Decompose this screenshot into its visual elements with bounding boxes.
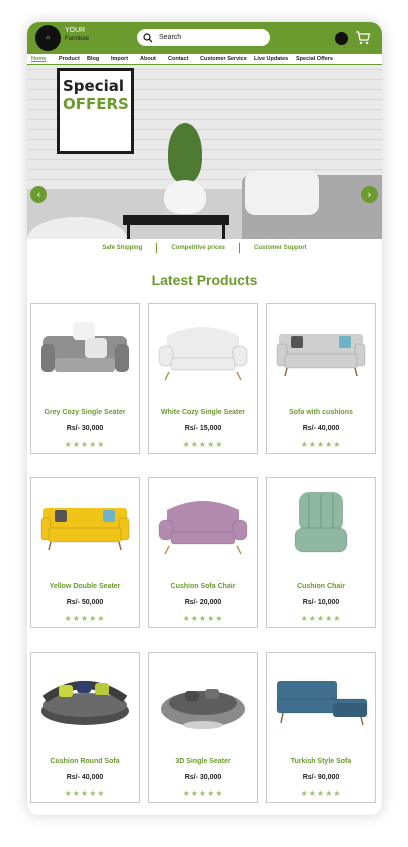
- brand-line-2: Furniture: [65, 36, 90, 42]
- product-price: Rs/- 10,000: [302, 599, 340, 606]
- product-price: Rs/- 40,000: [302, 425, 340, 432]
- product-card[interactable]: Cushion Sofa Chair Rs/- 20,000 ★★★★★: [148, 477, 258, 628]
- shopping-cart-icon[interactable]: [355, 30, 371, 46]
- carousel-prev-icon[interactable]: ‹: [30, 186, 47, 203]
- product-price: Rs/- 20,000: [184, 599, 222, 606]
- product-image[interactable]: [155, 663, 251, 733]
- product-image[interactable]: [273, 488, 369, 558]
- product-image[interactable]: [155, 314, 251, 384]
- plant-leaves: [168, 123, 202, 183]
- product-price: Rs/- 50,000: [66, 599, 104, 606]
- product-name[interactable]: Cushion Round Sofa: [31, 758, 139, 765]
- user-account-icon[interactable]: [335, 32, 348, 45]
- product-card[interactable]: Turkish Style Sofa Rs/- 90,000 ★★★★★: [266, 652, 376, 803]
- product-card[interactable]: Cushion Chair Rs/- 10,000 ★★★★★: [266, 477, 376, 628]
- product-image[interactable]: [37, 663, 133, 733]
- product-card[interactable]: Sofa with cushions Rs/- 40,000 ★★★★★: [266, 303, 376, 454]
- product-name[interactable]: Yellow Double Seater: [31, 583, 139, 590]
- product-price: Rs/- 15,000: [184, 425, 222, 432]
- feature-strip: Safe Shipping Competitive prices Custome…: [27, 241, 382, 255]
- search-input[interactable]: Search: [159, 34, 181, 41]
- rating-stars: ★★★★★: [64, 789, 106, 798]
- rating-stars: ★★★★★: [182, 614, 224, 623]
- app-screen: ⌂ YOUR Furniture Search Home Product Blo…: [27, 22, 382, 815]
- table-leg: [222, 223, 225, 239]
- hero-title-line-2: OFFERS: [63, 95, 129, 113]
- hero-title-line-1: Special: [63, 77, 125, 95]
- main-navigation: Home Product Blog Import About Contact C…: [27, 54, 382, 65]
- nav-import[interactable]: Import: [111, 56, 140, 62]
- divider: [156, 243, 158, 253]
- product-image[interactable]: [37, 314, 133, 384]
- product-price: Rs/- 40,000: [66, 774, 104, 781]
- product-card[interactable]: Grey Cozy Single Seater Rs/- 30,000 ★★★★★: [30, 303, 140, 454]
- nav-contact[interactable]: Contact: [168, 56, 200, 62]
- product-name[interactable]: White Cozy Single Seater: [149, 409, 257, 416]
- table-leg: [127, 223, 130, 239]
- feature-safe-shipping: Safe Shipping: [102, 245, 143, 251]
- product-image[interactable]: [155, 488, 251, 558]
- nav-product[interactable]: Product: [59, 56, 87, 62]
- rating-stars: ★★★★★: [300, 614, 342, 623]
- product-card[interactable]: 3D Single Seater Rs/- 30,000 ★★★★★: [148, 652, 258, 803]
- header-bar: ⌂ YOUR Furniture Search: [27, 22, 382, 54]
- hero-banner: Special OFFERS ‹ ›: [27, 65, 382, 239]
- plant-pot: [164, 180, 206, 214]
- product-name[interactable]: Cushion Chair: [267, 583, 375, 590]
- product-image[interactable]: [273, 314, 369, 384]
- product-price: Rs/- 30,000: [66, 425, 104, 432]
- product-name[interactable]: 3D Single Seater: [149, 758, 257, 765]
- nav-live-updates[interactable]: Live Updates: [254, 56, 296, 62]
- brand-name: YOUR Furniture: [65, 27, 89, 43]
- rating-stars: ★★★★★: [64, 614, 106, 623]
- coffee-table: [123, 215, 229, 225]
- search-bar[interactable]: Search: [137, 29, 270, 46]
- section-title: Latest Products: [151, 272, 258, 288]
- rating-stars: ★★★★★: [300, 789, 342, 798]
- feature-competitive-prices: Competitive prices: [171, 245, 226, 251]
- nav-blog[interactable]: Blog: [87, 56, 111, 62]
- product-card[interactable]: White Cozy Single Seater Rs/- 15,000 ★★★★★: [148, 303, 258, 454]
- logo-mark-icon: ⌂: [46, 35, 50, 41]
- product-image[interactable]: [273, 663, 369, 733]
- rating-stars: ★★★★★: [182, 789, 224, 798]
- rating-stars: ★★★★★: [64, 440, 106, 449]
- product-price: Rs/- 30,000: [184, 774, 222, 781]
- sofa-throw-blanket: [245, 171, 319, 215]
- rating-stars: ★★★★★: [300, 440, 342, 449]
- nav-home[interactable]: Home: [31, 56, 59, 62]
- product-name[interactable]: Cushion Sofa Chair: [149, 583, 257, 590]
- divider: [239, 243, 241, 253]
- offer-frame: Special OFFERS: [57, 68, 134, 154]
- feature-customer-support: Customer Support: [254, 245, 307, 251]
- product-price: Rs/- 90,000: [302, 774, 340, 781]
- search-icon: [143, 32, 153, 42]
- product-name[interactable]: Grey Cozy Single Seater: [31, 409, 139, 416]
- product-name[interactable]: Sofa with cushions: [267, 409, 375, 416]
- product-card[interactable]: Yellow Double Seater Rs/- 50,000 ★★★★★: [30, 477, 140, 628]
- brand-line-1: YOUR: [65, 27, 86, 34]
- nav-special-offers[interactable]: Special Offers: [296, 56, 336, 62]
- carousel-next-icon[interactable]: ›: [361, 186, 378, 203]
- nav-about[interactable]: About: [140, 56, 168, 62]
- product-name[interactable]: Turkish Style Sofa: [267, 758, 375, 765]
- product-card[interactable]: Cushion Round Sofa Rs/- 40,000 ★★★★★: [30, 652, 140, 803]
- product-image[interactable]: [37, 488, 133, 558]
- rating-stars: ★★★★★: [182, 440, 224, 449]
- brand-logo[interactable]: ⌂: [35, 25, 61, 51]
- nav-customer-service[interactable]: Customer Service: [200, 56, 254, 62]
